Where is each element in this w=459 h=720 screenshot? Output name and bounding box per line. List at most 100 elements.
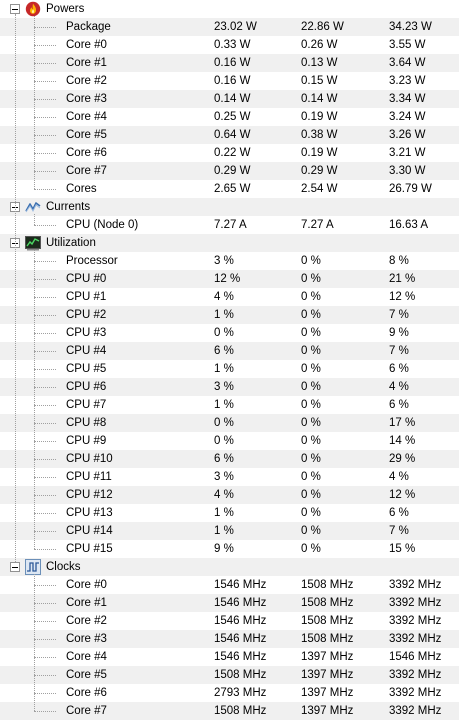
sensor-row[interactable]: CPU #14 1 % 0 % 7 % <box>0 522 459 540</box>
sensor-row[interactable]: CPU #12 4 % 0 % 12 % <box>0 486 459 504</box>
min-value: 0 % <box>301 453 321 465</box>
max-value: 17 % <box>389 417 416 429</box>
max-value: 16.63 A <box>389 219 429 231</box>
tree-connector-line <box>34 214 35 225</box>
group-label: Powers <box>46 3 85 15</box>
current-value: 12 % <box>214 273 241 285</box>
sensor-label: Core #2 <box>66 615 107 627</box>
sensor-label: Core #1 <box>66 57 107 69</box>
collapse-toggle-icon[interactable] <box>10 562 20 572</box>
max-value: 7 % <box>389 309 409 321</box>
group-clocks[interactable]: Clocks <box>0 558 459 576</box>
sensor-row[interactable]: CPU #1 4 % 0 % 12 % <box>0 288 459 306</box>
sensor-label: Core #2 <box>66 75 107 87</box>
min-value: 1397 MHz <box>301 669 354 681</box>
sensor-row[interactable]: CPU #13 1 % 0 % 6 % <box>0 504 459 522</box>
sensor-row[interactable]: CPU #4 6 % 0 % 7 % <box>0 342 459 360</box>
sensor-row[interactable]: CPU #3 0 % 0 % 9 % <box>0 324 459 342</box>
sensor-row[interactable]: Core #7 1508 MHz 1397 MHz 3392 MHz <box>0 702 459 720</box>
sensor-row[interactable]: CPU #15 9 % 0 % 15 % <box>0 540 459 558</box>
sensor-row[interactable]: Core #2 1546 MHz 1508 MHz 3392 MHz <box>0 612 459 630</box>
max-value: 3392 MHz <box>389 633 442 645</box>
min-value: 0 % <box>301 363 321 375</box>
sensor-row[interactable]: Core #1 0.16 W 0.13 W 3.64 W <box>0 54 459 72</box>
sensor-row[interactable]: Core #1 1546 MHz 1508 MHz 3392 MHz <box>0 594 459 612</box>
sensor-label: CPU #12 <box>66 489 113 501</box>
sensor-label: CPU #5 <box>66 363 107 375</box>
sensor-row[interactable]: CPU #8 0 % 0 % 17 % <box>0 414 459 432</box>
utilization-monitor-icon <box>25 235 41 251</box>
min-value: 1508 MHz <box>301 633 354 645</box>
max-value: 34.23 W <box>389 21 432 33</box>
sensor-label: CPU #11 <box>66 471 112 483</box>
current-value: 3 % <box>214 471 234 483</box>
sensor-label: CPU #10 <box>66 453 113 465</box>
sensor-row[interactable]: CPU #2 1 % 0 % 7 % <box>0 306 459 324</box>
sensor-row[interactable]: CPU #10 6 % 0 % 29 % <box>0 450 459 468</box>
sensor-row[interactable]: Core #7 0.29 W 0.29 W 3.30 W <box>0 162 459 180</box>
max-value: 15 % <box>389 543 416 555</box>
sensor-label: CPU (Node 0) <box>66 219 139 231</box>
sensor-row[interactable]: CPU (Node 0) 7.27 A 7.27 A 16.63 A <box>0 216 459 234</box>
current-value: 1 % <box>214 507 234 519</box>
max-value: 3392 MHz <box>389 597 442 609</box>
collapse-toggle-icon[interactable] <box>10 4 20 14</box>
min-value: 0.26 W <box>301 39 338 51</box>
current-value: 0 % <box>214 435 234 447</box>
sensor-row[interactable]: Core #3 0.14 W 0.14 W 3.34 W <box>0 90 459 108</box>
group-powers[interactable]: Powers <box>0 0 459 18</box>
sensor-row[interactable]: Processor 3 % 0 % 8 % <box>0 252 459 270</box>
sensor-row[interactable]: Core #2 0.16 W 0.15 W 3.23 W <box>0 72 459 90</box>
group-utilization[interactable]: Utilization <box>0 234 459 252</box>
group-label: Utilization <box>46 237 96 249</box>
sensor-row[interactable]: Core #0 1546 MHz 1508 MHz 3392 MHz <box>0 576 459 594</box>
max-value: 3.23 W <box>389 75 426 87</box>
min-value: 0.29 W <box>301 165 338 177</box>
sensor-row[interactable]: Core #6 2793 MHz 1397 MHz 3392 MHz <box>0 684 459 702</box>
max-value: 3392 MHz <box>389 669 442 681</box>
group-currents[interactable]: Currents <box>0 198 459 216</box>
current-value: 1546 MHz <box>214 579 267 591</box>
max-value: 3392 MHz <box>389 615 442 627</box>
sensor-row[interactable]: CPU #5 1 % 0 % 6 % <box>0 360 459 378</box>
group-label: Currents <box>46 201 91 213</box>
sensor-row[interactable]: Core #0 0.33 W 0.26 W 3.55 W <box>0 36 459 54</box>
current-value: 0.25 W <box>214 111 251 123</box>
current-value: 0.16 W <box>214 57 251 69</box>
current-value: 1546 MHz <box>214 597 267 609</box>
sensor-label: CPU #2 <box>66 309 107 321</box>
min-value: 0 % <box>301 345 321 357</box>
sensor-label: CPU #3 <box>66 327 107 339</box>
max-value: 4 % <box>389 471 409 483</box>
sensor-row[interactable]: CPU #6 3 % 0 % 4 % <box>0 378 459 396</box>
max-value: 3.30 W <box>389 165 426 177</box>
current-value: 4 % <box>214 489 234 501</box>
min-value: 0 % <box>301 399 321 411</box>
sensor-row[interactable]: Core #4 1546 MHz 1397 MHz 1546 MHz <box>0 648 459 666</box>
sensor-row[interactable]: Core #5 1508 MHz 1397 MHz 3392 MHz <box>0 666 459 684</box>
sensor-label: Package <box>66 21 111 33</box>
min-value: 0.15 W <box>301 75 338 87</box>
sensor-row[interactable]: Core #6 0.22 W 0.19 W 3.21 W <box>0 144 459 162</box>
sensor-tree[interactable]: Powers Package 23.02 W 22.86 W 34.23 W Core #… <box>0 0 459 720</box>
sensor-row[interactable]: Core #3 1546 MHz 1508 MHz 3392 MHz <box>0 630 459 648</box>
sensor-row[interactable]: Core #4 0.25 W 0.19 W 3.24 W <box>0 108 459 126</box>
max-value: 3392 MHz <box>389 687 442 699</box>
sensor-row[interactable]: Cores 2.65 W 2.54 W 26.79 W <box>0 180 459 198</box>
min-value: 0.19 W <box>301 147 338 159</box>
sensor-row[interactable]: CPU #11 3 % 0 % 4 % <box>0 468 459 486</box>
min-value: 0 % <box>301 471 321 483</box>
current-value: 1 % <box>214 525 234 537</box>
sensor-row[interactable]: Package 23.02 W 22.86 W 34.23 W <box>0 18 459 36</box>
sensor-row[interactable]: CPU #9 0 % 0 % 14 % <box>0 432 459 450</box>
sensor-label: CPU #7 <box>66 399 107 411</box>
current-value: 4 % <box>214 291 234 303</box>
sensor-row[interactable]: CPU #7 1 % 0 % 6 % <box>0 396 459 414</box>
sensor-row[interactable]: Core #5 0.64 W 0.38 W 3.26 W <box>0 126 459 144</box>
sensor-row[interactable]: CPU #0 12 % 0 % 21 % <box>0 270 459 288</box>
max-value: 9 % <box>389 327 409 339</box>
min-value: 0.13 W <box>301 57 338 69</box>
sensor-label: CPU #9 <box>66 435 107 447</box>
max-value: 8 % <box>389 255 409 267</box>
sensor-label: Core #7 <box>66 705 107 717</box>
